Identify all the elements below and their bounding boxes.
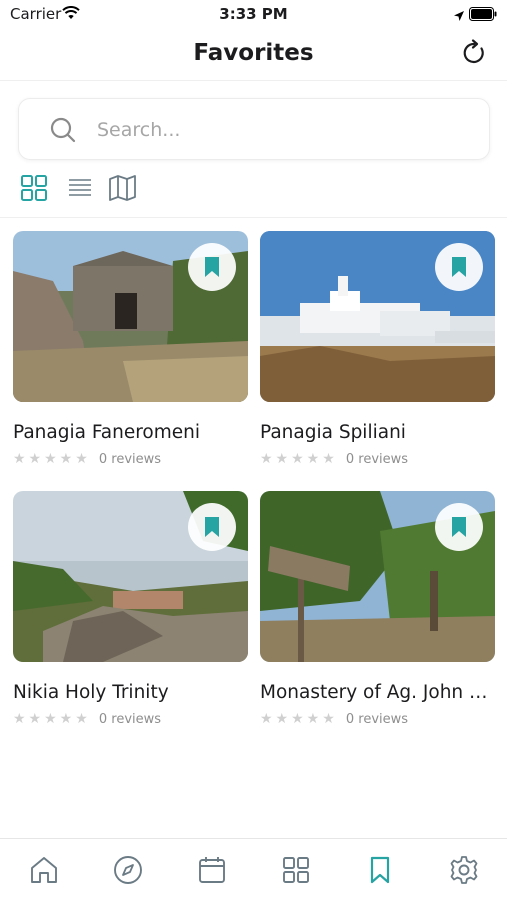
home-icon[interactable] bbox=[27, 853, 61, 887]
favorite-card[interactable]: Monastery of Ag. John of... ★★★★★ 0 revi… bbox=[260, 491, 495, 729]
review-count: 0 reviews bbox=[345, 451, 409, 467]
location-arrow-icon bbox=[453, 7, 465, 26]
favorite-card[interactable]: Panagia Spiliani ★★★★★ 0 reviews bbox=[260, 231, 495, 469]
star-rating: ★★★★★ bbox=[13, 711, 91, 727]
refresh-icon[interactable] bbox=[459, 38, 489, 68]
page-title: Favorites bbox=[193, 40, 314, 66]
favorite-card[interactable]: Panagia Faneromeni ★★★★★ 0 reviews bbox=[13, 231, 248, 469]
divider bbox=[0, 217, 507, 218]
search-icon bbox=[49, 116, 77, 148]
review-count: 0 reviews bbox=[345, 711, 409, 727]
review-count: 0 reviews bbox=[98, 451, 162, 467]
nav-bar: Favorites bbox=[0, 28, 507, 81]
search-input[interactable] bbox=[95, 115, 459, 145]
place-photo[interactable] bbox=[260, 231, 495, 402]
rating-row: ★★★★★ 0 reviews bbox=[260, 451, 495, 469]
compass-icon[interactable] bbox=[111, 853, 145, 887]
place-name: Nikia Holy Trinity bbox=[13, 682, 169, 703]
rating-row: ★★★★★ 0 reviews bbox=[13, 451, 248, 469]
rating-row: ★★★★★ 0 reviews bbox=[13, 711, 248, 729]
rating-row: ★★★★★ 0 reviews bbox=[260, 711, 495, 729]
place-name: Panagia Spiliani bbox=[260, 422, 406, 443]
favorite-card[interactable]: Nikia Holy Trinity ★★★★★ 0 reviews bbox=[13, 491, 248, 729]
clock: 3:33 PM bbox=[219, 5, 288, 23]
star-rating: ★★★★★ bbox=[260, 711, 338, 727]
bookmark-filled-icon bbox=[452, 517, 466, 537]
grid-icon[interactable] bbox=[279, 853, 313, 887]
bookmark-filled-icon bbox=[205, 517, 219, 537]
status-bar: Carrier 3:33 PM bbox=[0, 0, 507, 28]
bookmark-button[interactable] bbox=[435, 243, 483, 291]
place-name: Monastery of Ag. John of... bbox=[260, 682, 495, 703]
tab-bar bbox=[0, 838, 507, 901]
bookmark-icon[interactable] bbox=[363, 853, 397, 887]
search-bar[interactable] bbox=[18, 98, 490, 160]
star-rating: ★★★★★ bbox=[260, 451, 338, 467]
map-view-icon[interactable] bbox=[108, 174, 138, 206]
bookmark-button[interactable] bbox=[435, 503, 483, 551]
place-photo[interactable] bbox=[13, 491, 248, 662]
star-rating: ★★★★★ bbox=[13, 451, 91, 467]
bookmark-button[interactable] bbox=[188, 243, 236, 291]
review-count: 0 reviews bbox=[98, 711, 162, 727]
place-photo[interactable] bbox=[13, 231, 248, 402]
calendar-icon[interactable] bbox=[195, 853, 229, 887]
bookmark-button[interactable] bbox=[188, 503, 236, 551]
place-name: Panagia Faneromeni bbox=[13, 422, 200, 443]
list-view-icon[interactable] bbox=[66, 174, 94, 206]
grid-view-icon[interactable] bbox=[20, 174, 48, 206]
gear-icon[interactable] bbox=[447, 853, 481, 887]
bookmark-filled-icon bbox=[205, 257, 219, 277]
bookmark-filled-icon bbox=[452, 257, 466, 277]
place-photo[interactable] bbox=[260, 491, 495, 662]
battery-icon bbox=[469, 6, 497, 25]
